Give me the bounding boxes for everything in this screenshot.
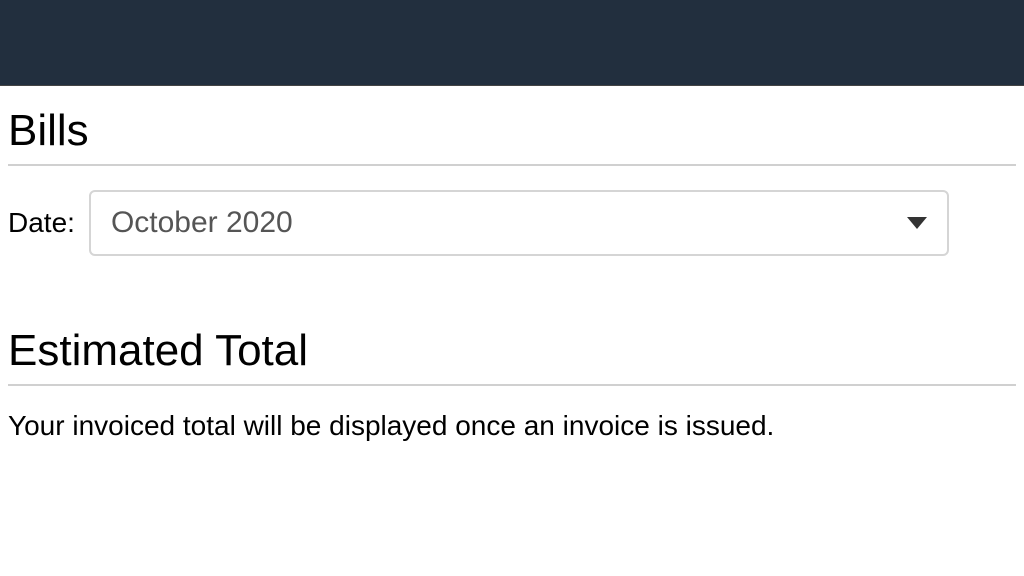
- main-content: Bills Date: October 2020 Estimated Total…: [0, 86, 1024, 442]
- estimated-total-section: Estimated Total Your invoiced total will…: [8, 326, 1016, 442]
- date-row: Date: October 2020: [8, 190, 1016, 256]
- estimated-total-heading: Estimated Total: [8, 326, 1016, 376]
- date-select-value: October 2020: [111, 206, 293, 240]
- bills-divider: [8, 164, 1016, 166]
- date-select[interactable]: October 2020: [89, 190, 949, 256]
- date-label: Date:: [8, 207, 75, 239]
- bills-heading: Bills: [8, 106, 1016, 156]
- estimated-divider: [8, 384, 1016, 386]
- top-header-bar: [0, 0, 1024, 86]
- chevron-down-icon: [907, 217, 927, 229]
- estimated-total-message: Your invoiced total will be displayed on…: [8, 410, 1016, 442]
